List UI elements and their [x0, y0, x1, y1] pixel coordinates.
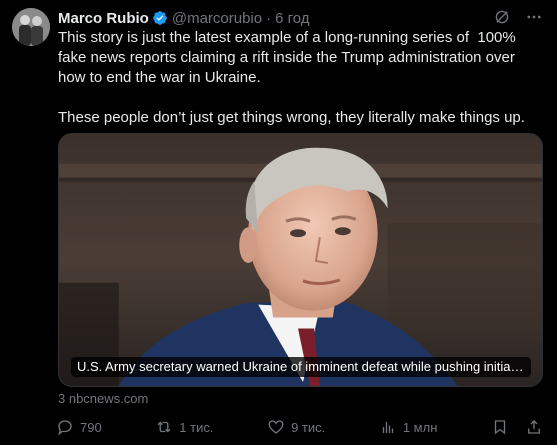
header-actions [493, 8, 543, 26]
reply-count: 790 [80, 419, 102, 435]
avatar[interactable] [12, 8, 50, 46]
views-button[interactable]: 1 млн [379, 418, 438, 436]
repost-count: 1 тис. [179, 419, 214, 435]
card-source[interactable]: 3 nbcnews.com [58, 391, 148, 406]
repost-button[interactable]: 1 тис. [155, 418, 213, 436]
share-button[interactable] [525, 418, 543, 436]
secondary-actions [491, 418, 543, 436]
views-count: 1 млн [402, 419, 438, 435]
like-button[interactable]: 9 тис. [267, 418, 325, 436]
like-count: 9 тис. [291, 419, 326, 435]
author-handle[interactable]: @marcorubio [172, 10, 262, 27]
tweet-actions: 790 1 тис. 9 тис. 1 млн [56, 418, 543, 436]
link-card[interactable]: U.S. Army secretary warned Ukraine of im… [58, 133, 543, 387]
like-icon [268, 420, 284, 434]
repost-icon [157, 421, 171, 433]
tweet-content: Marco Rubio @marcorubio · 6 год This sto… [58, 8, 543, 128]
verified-badge-icon [152, 10, 168, 26]
tweet[interactable]: Marco Rubio @marcorubio · 6 год This sto… [0, 0, 557, 445]
separator-dot: · [266, 9, 272, 27]
tweet-header: Marco Rubio @marcorubio · 6 год [58, 8, 543, 28]
bookmark-icon [494, 420, 506, 435]
post-time[interactable]: 6 год [275, 10, 309, 27]
reply-icon [58, 420, 72, 436]
tweet-text: This story is just the latest example of… [58, 29, 525, 126]
bookmark-button[interactable] [491, 418, 509, 436]
views-icon [382, 421, 394, 433]
card-image [59, 134, 542, 386]
grok-icon[interactable] [493, 8, 511, 26]
more-icon[interactable] [525, 8, 543, 26]
share-icon [528, 420, 540, 434]
author-name[interactable]: Marco Rubio [58, 10, 149, 27]
card-caption: U.S. Army secretary warned Ukraine of im… [71, 357, 531, 377]
reply-button[interactable]: 790 [56, 418, 102, 436]
